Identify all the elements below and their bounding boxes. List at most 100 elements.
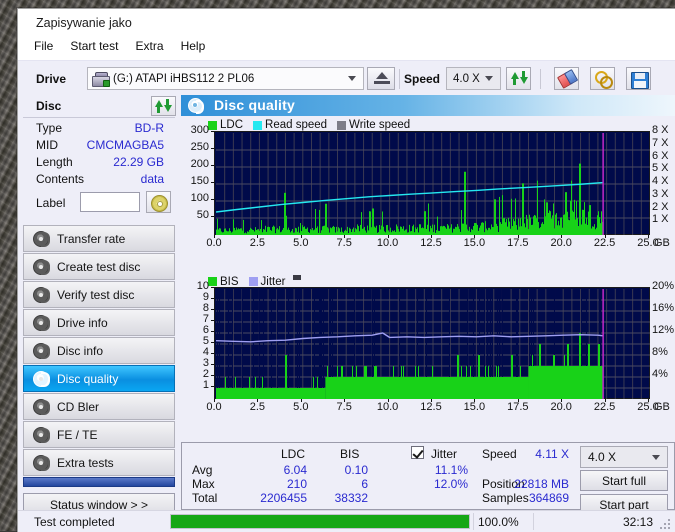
x-axis-tick-label: 15.0 bbox=[463, 237, 486, 249]
stats-jitter-avg: 11.1% bbox=[434, 463, 468, 477]
y-axis-tick-label: 3 bbox=[202, 357, 209, 369]
legend-item-write-speed: Write speed bbox=[337, 119, 410, 131]
main-panel: Disc quality LDC Read speed Write speed … bbox=[176, 95, 675, 532]
y-axis-tick-label: 250 bbox=[190, 141, 209, 153]
sidebar-item-label: Disc quality bbox=[57, 371, 119, 386]
x-axis-tick-label: 7.5 bbox=[336, 237, 352, 249]
panel-header: Disc quality bbox=[181, 95, 675, 116]
x-axis-unit-label: GB bbox=[654, 401, 670, 413]
sidebar-item-cd-bler[interactable]: CD Bler bbox=[23, 393, 175, 420]
jitter-checkbox[interactable] bbox=[411, 446, 424, 459]
y-axis-tick-label: 100 bbox=[190, 192, 209, 204]
y2-axis-tick-label: 12% bbox=[652, 324, 675, 336]
elapsed-time: 32:13 bbox=[622, 515, 653, 529]
erase-button[interactable] bbox=[554, 67, 579, 90]
disc-refresh-button[interactable] bbox=[151, 96, 176, 116]
sidebar-item-disc-quality[interactable]: Disc quality bbox=[23, 365, 175, 392]
status-bar: Test completed 100.0% 32:13 bbox=[18, 510, 675, 532]
stats-bis-total: 38332 bbox=[334, 491, 368, 505]
save-button[interactable] bbox=[626, 67, 651, 90]
drive-select[interactable]: (G:) ATAPI iHBS112 2 PL06 bbox=[87, 67, 364, 90]
application-window: Zapisywanie jako File Start test Extra H… bbox=[17, 8, 675, 532]
y2-axis-tick-label: 6 X bbox=[652, 149, 669, 162]
sidebar-item-label: Verify test disc bbox=[57, 287, 135, 302]
progress-percent: 100.0% bbox=[478, 515, 519, 529]
x-axis-tick-label: 22.5 bbox=[593, 237, 616, 249]
y-axis-tick-label: 150 bbox=[190, 175, 209, 187]
refresh-button[interactable] bbox=[506, 67, 531, 90]
sidebar-item-verify-test-disc[interactable]: Verify test disc bbox=[23, 281, 175, 308]
y-axis-tick-label: 10 bbox=[196, 280, 209, 292]
ldc-read-speed-chart: 50 100 150 200 250 300 1 X2 X3 X4 X5 X6 X7 X8 … bbox=[176, 124, 675, 251]
disc-label-button[interactable] bbox=[146, 191, 171, 213]
x-axis-unit-label: GB bbox=[654, 237, 670, 249]
legend-swatch bbox=[208, 120, 217, 130]
sidebar-item-label: Drive info bbox=[57, 315, 108, 330]
y2-axis-tick-label: 16% bbox=[652, 302, 675, 314]
row-value: BD-R bbox=[134, 121, 164, 135]
accent-strip bbox=[23, 477, 175, 487]
nav-list: Transfer rate Create test disc Verify te… bbox=[23, 225, 175, 477]
bis-jitter-chart: 1 2 3 4 5 6 7 8 9 10 4% 8% 12% 16% 20% 0.0 2.5 5.0 7.5 10.0… bbox=[176, 280, 675, 415]
row-key: MID bbox=[36, 138, 58, 152]
disc-icon bbox=[32, 370, 50, 387]
y-axis-tick-label: 200 bbox=[190, 158, 209, 170]
x-axis-tick-label: 10.0 bbox=[376, 401, 399, 413]
menu-item-extra[interactable]: Extra bbox=[136, 39, 164, 53]
menu-item-help[interactable]: Help bbox=[181, 39, 206, 53]
stats-row-avg: Avg bbox=[192, 463, 213, 477]
x-axis-tick-label: 0.0 bbox=[206, 401, 222, 413]
stats-bis-max: 6 bbox=[361, 477, 368, 491]
menu-bar: File Start test Extra Help bbox=[18, 39, 675, 60]
stats-col-bis: BIS bbox=[340, 447, 360, 461]
y-axis-tick-label: 6 bbox=[202, 324, 209, 336]
y2-axis-tick-label: 20% bbox=[652, 280, 675, 292]
sidebar-item-extra-tests[interactable]: Extra tests bbox=[23, 449, 175, 476]
legend-item-read-speed: Read speed bbox=[253, 119, 327, 131]
menu-item-file[interactable]: File bbox=[34, 39, 53, 53]
legend-label: Read speed bbox=[265, 119, 328, 131]
menu-item-start-test[interactable]: Start test bbox=[70, 39, 118, 53]
legend-swatch bbox=[248, 277, 258, 286]
disc-info-row-mid: MID CMCMAGBA5 bbox=[18, 138, 176, 155]
legend-item-jitter: Jitter bbox=[248, 276, 285, 288]
sidebar-item-disc-info[interactable]: Disc info bbox=[23, 337, 175, 364]
optical-drive-icon bbox=[92, 71, 110, 87]
links-button[interactable] bbox=[590, 67, 615, 90]
x-axis-tick-label: 10.0 bbox=[376, 237, 399, 249]
plot-area bbox=[214, 131, 650, 235]
sidebar-item-fe-te[interactable]: FE / TE bbox=[23, 421, 175, 448]
stats-row-max: Max bbox=[192, 477, 215, 491]
sidebar-item-create-test-disc[interactable]: Create test disc bbox=[23, 253, 175, 280]
x-axis-tick-label: 22.5 bbox=[593, 401, 616, 413]
sidebar-item-drive-info[interactable]: Drive info bbox=[23, 309, 175, 336]
x-axis-tick-label: 17.5 bbox=[507, 401, 529, 413]
disc-label-key: Label bbox=[36, 196, 66, 210]
y2-axis-tick-label: 2 X bbox=[652, 200, 669, 213]
y-axis-tick-label: 50 bbox=[196, 209, 209, 221]
y2-axis-tick-label: 8 X bbox=[652, 124, 669, 136]
sidebar-item-transfer-rate[interactable]: Transfer rate bbox=[23, 225, 175, 252]
x-axis-tick-label: 2.5 bbox=[249, 237, 266, 249]
panel-title: Disc quality bbox=[214, 97, 295, 113]
start-full-button[interactable]: Start full bbox=[580, 470, 668, 491]
y-axis-tick-label: 4 bbox=[202, 346, 209, 358]
x-axis-tick-label: 12.5 bbox=[420, 401, 442, 413]
speed-select[interactable]: 4.0 X bbox=[446, 67, 501, 90]
legend-item-bis: BIS bbox=[208, 276, 239, 288]
test-speed-select[interactable]: 4.0 X bbox=[580, 446, 668, 468]
title-bar: Zapisywanie jako bbox=[18, 9, 675, 39]
resize-grip-icon[interactable] bbox=[660, 519, 671, 530]
speed-label: Speed bbox=[404, 72, 441, 86]
plot-area bbox=[214, 287, 650, 399]
x-axis-tick-label: 12.5 bbox=[420, 237, 442, 249]
stats-row-total: Total bbox=[192, 491, 218, 505]
disc-label-input[interactable] bbox=[80, 192, 140, 212]
disc-icon bbox=[32, 314, 50, 331]
disc-info-row-type: Type BD-R bbox=[18, 121, 176, 138]
statistics-panel: LDC BIS Avg Max Total 6.04 210 2206455 0… bbox=[181, 442, 675, 515]
y-axis-tick-label: 5 bbox=[202, 335, 209, 347]
eject-button[interactable] bbox=[367, 67, 395, 90]
row-key: Type bbox=[36, 121, 63, 135]
y-axis-tick-label: 8 bbox=[202, 302, 209, 314]
